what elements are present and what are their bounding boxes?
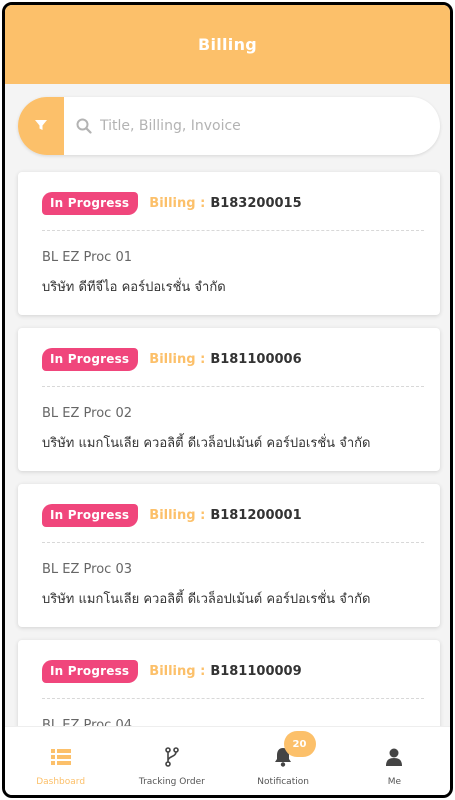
billing-key-label: Billing : [149,664,206,679]
app-header: Billing [5,5,450,84]
tab-label: Tracking Order [138,777,205,787]
filter-icon [34,117,48,136]
billing-card[interactable]: In Progress Billing : B181100006 BL EZ P… [18,328,440,471]
search-bar [18,97,440,155]
company-name: บริษัท ดีทีจีไอ คอร์ปอเรชั่น จำกัด [42,280,226,295]
billing-key-label: Billing : [149,196,206,211]
list-icon [50,745,71,769]
billing-number: B181100009 [210,664,302,679]
billing-key-label: Billing : [149,352,206,367]
tab-dashboard[interactable]: Dashboard [5,727,116,795]
billing-title: BL EZ Proc 03 [42,562,132,577]
tab-label: Me [387,777,402,787]
bottom-tab-bar: Dashboard Tracking Order 20 Notification… [5,726,450,795]
status-badge: In Progress [42,504,139,527]
search-icon [76,118,92,134]
billing-card[interactable]: In Progress Billing : B183200015 BL EZ P… [18,172,440,315]
tab-label: Dashboard [36,777,86,787]
app-frame: Billing In Progress Billing : B183200015… [2,2,453,798]
divider [42,386,424,387]
billing-number: B181100006 [210,352,302,367]
tab-me[interactable]: Me [339,727,450,795]
filter-button[interactable] [18,97,64,155]
status-badge: In Progress [42,192,139,215]
billing-title: BL EZ Proc 02 [42,406,132,421]
divider [42,542,424,543]
page-title: Billing [197,35,258,54]
status-badge: In Progress [42,348,139,371]
divider [42,698,424,699]
tab-tracking-order[interactable]: Tracking Order [116,727,227,795]
company-name: บริษัท แมกโนเลีย ควอลิตี้ ดีเวล็อปเม้นต์… [42,592,371,607]
tab-notification[interactable]: 20 Notification [228,727,339,795]
search-input[interactable] [100,118,400,134]
status-badge: In Progress [42,660,139,683]
branch-icon [165,745,179,769]
billing-number: B183200015 [210,196,302,211]
divider [42,230,424,231]
billing-card[interactable]: In Progress Billing : B181200001 BL EZ P… [18,484,440,627]
billing-key-label: Billing : [149,508,206,523]
user-icon [386,745,403,769]
notification-count-badge: 20 [283,731,316,757]
billing-number: B181200001 [210,508,302,523]
company-name: บริษัท แมกโนเลีย ควอลิตี้ ดีเวล็อปเม้นต์… [42,436,371,451]
billing-title: BL EZ Proc 01 [42,250,132,265]
tab-label: Notification [257,777,309,787]
